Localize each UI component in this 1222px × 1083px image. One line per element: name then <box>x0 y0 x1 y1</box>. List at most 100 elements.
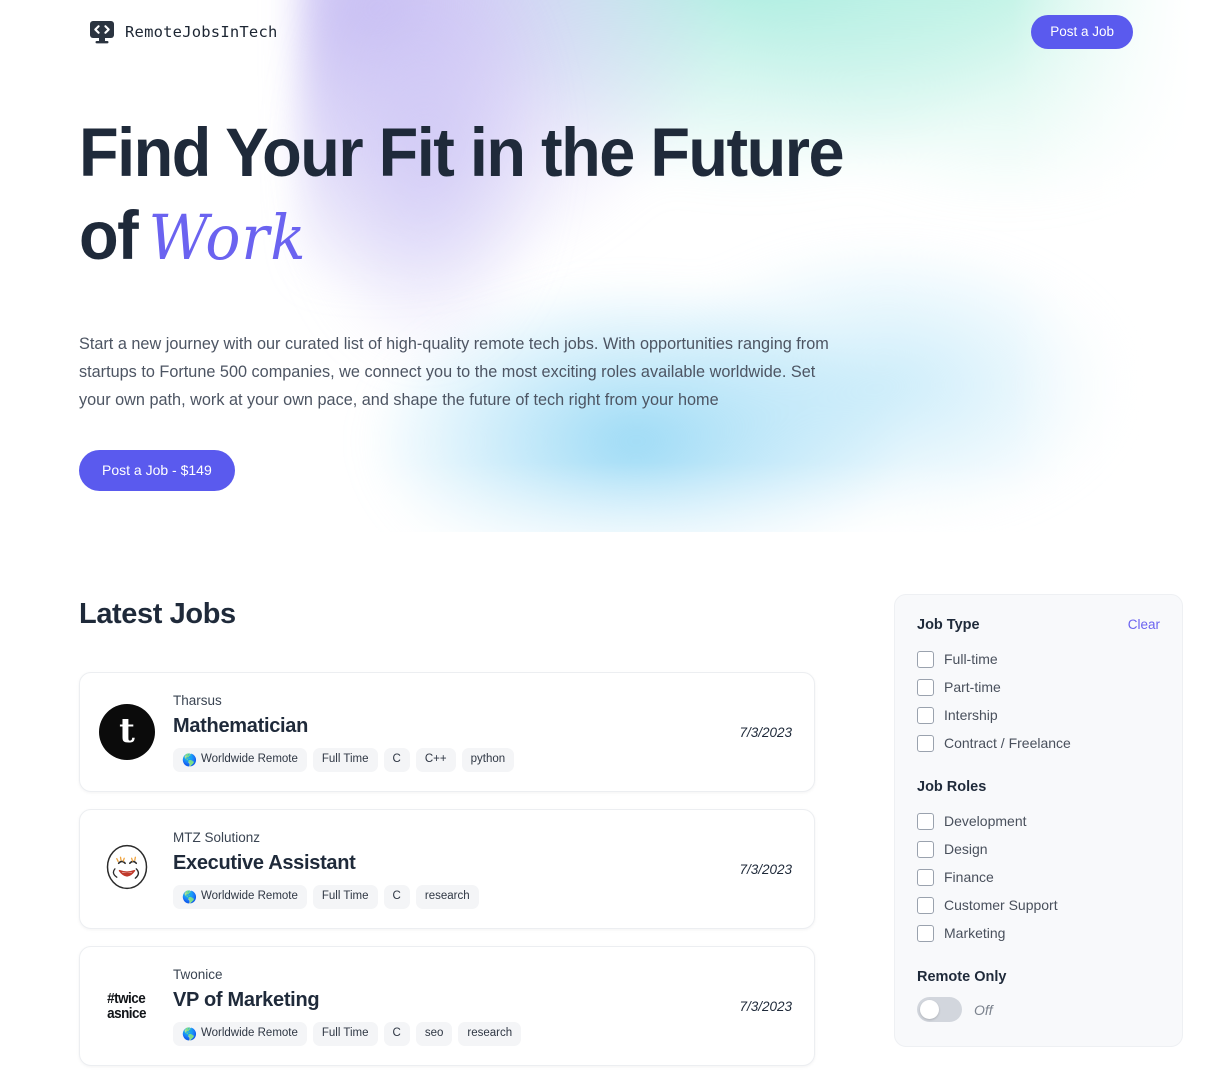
filter-job-type-header: Job Type Clear <box>917 617 1160 633</box>
globe-icon: 🌎 <box>182 1027 197 1042</box>
hero-description: Start a new journey with our curated lis… <box>79 335 829 409</box>
job-tag[interactable]: C <box>383 748 410 773</box>
job-tag[interactable]: research <box>415 885 479 910</box>
checkbox-icon[interactable] <box>917 868 934 886</box>
remote-only-toggle[interactable] <box>917 997 962 1022</box>
job-posted-date: 7/3/2023 <box>739 998 792 1014</box>
filter-option-label: Design <box>944 840 988 857</box>
filters-panel: Job Type Clear Full-time Part-time Inter… <box>894 594 1183 1047</box>
job-company-name: MTZ Solutionz <box>173 829 261 845</box>
job-tag-label: Worldwide Remote <box>200 753 298 766</box>
job-card-main: Twonice VP of Marketing 🌎 Worldwide Remot… <box>173 966 723 1047</box>
twice-as-nice-logo-icon: #twice asnice <box>108 991 147 1021</box>
twice-logo-line-2: asnice <box>107 1005 147 1022</box>
filter-option-finance[interactable]: Finance <box>917 863 1160 891</box>
filter-option-customer-support[interactable]: Customer Support <box>917 891 1160 919</box>
filter-option-label: Marketing <box>944 924 1006 941</box>
job-tag[interactable]: research <box>458 1022 522 1047</box>
job-tag[interactable]: C <box>383 885 410 910</box>
tharsus-logo-icon: t <box>99 704 155 760</box>
job-tag[interactable]: python <box>461 748 515 773</box>
filter-option-label: Intership <box>944 706 998 723</box>
filter-group-remote-only: Remote Only Off <box>917 969 1160 1022</box>
job-tag[interactable]: Full Time <box>312 885 378 910</box>
filter-option-label: Customer Support <box>944 896 1058 913</box>
filter-option-full-time[interactable]: Full-time <box>917 645 1160 673</box>
filter-option-label: Finance <box>944 868 994 885</box>
filter-option-design[interactable]: Design <box>917 835 1160 863</box>
job-posted-date: 7/3/2023 <box>739 724 792 740</box>
filter-group-job-type: Job Type Clear Full-time Part-time Inter… <box>917 617 1160 757</box>
job-tag[interactable]: Full Time <box>312 1022 378 1047</box>
checkbox-icon[interactable] <box>917 812 934 830</box>
job-card[interactable]: t Tharsus Mathematician 🌎 Worldwide Remot… <box>79 672 815 792</box>
checkbox-icon[interactable] <box>917 840 934 858</box>
job-title: VP of Marketing <box>173 989 320 1012</box>
site-header: RemoteJobsInTech Post a Job <box>0 0 1222 64</box>
filter-option-marketing[interactable]: Marketing <box>917 919 1160 947</box>
checkbox-icon[interactable] <box>917 734 934 752</box>
filter-option-part-time[interactable]: Part-time <box>917 673 1160 701</box>
job-tag-location[interactable]: 🌎 Worldwide Remote <box>173 748 307 773</box>
filter-option-label: Full-time <box>944 650 998 667</box>
filter-option-contract-freelance[interactable]: Contract / Freelance <box>917 729 1160 757</box>
brand-name: RemoteJobsInTech <box>125 23 278 41</box>
page-root: RemoteJobsInTech Post a Job Find Your Fi… <box>0 0 1222 1083</box>
hero-title-line-2: of Work <box>79 201 831 270</box>
hero-title-line-2-prefix: of <box>79 197 139 274</box>
company-logo <box>98 840 156 898</box>
job-tag[interactable]: C <box>383 1022 410 1047</box>
job-tag-location[interactable]: 🌎 Worldwide Remote <box>173 1022 307 1047</box>
latest-jobs-heading: Latest Jobs <box>79 598 236 630</box>
hero-title-script-word: Work <box>148 201 307 274</box>
filter-option-development[interactable]: Development <box>917 807 1160 835</box>
globe-icon: 🌎 <box>182 753 197 768</box>
company-logo: t <box>98 703 156 761</box>
filter-remote-only-title: Remote Only <box>917 969 1007 985</box>
job-card-main: MTZ Solutionz Executive Assistant 🌎 World… <box>173 829 723 910</box>
filter-option-internship[interactable]: Intership <box>917 701 1160 729</box>
checkbox-icon[interactable] <box>917 678 934 696</box>
job-tag-list: 🌎 Worldwide Remote Full Time C research <box>173 885 723 910</box>
job-tag[interactable]: seo <box>415 1022 453 1047</box>
checkbox-icon[interactable] <box>917 924 934 942</box>
job-tag-list: 🌎 Worldwide Remote Full Time C C++ python <box>173 748 723 773</box>
code-monitor-icon <box>89 19 115 45</box>
hero-section: Find Your Fit in the Future of Work Start… <box>79 118 879 491</box>
globe-icon: 🌎 <box>182 890 197 905</box>
twice-logo-line-1: #twice <box>107 990 147 1007</box>
checkbox-icon[interactable] <box>917 650 934 668</box>
post-a-job-button[interactable]: Post a Job <box>1031 14 1133 50</box>
remote-only-toggle-row: Off <box>917 997 1160 1022</box>
company-logo: #twice asnice <box>98 977 156 1035</box>
clear-filters-link[interactable]: Clear <box>1128 617 1160 632</box>
toggle-knob-icon <box>920 1000 939 1019</box>
job-company-name: Tharsus <box>173 692 222 708</box>
gradient-fade-right <box>1012 0 1222 532</box>
checkbox-icon[interactable] <box>917 706 934 724</box>
job-card-main: Tharsus Mathematician 🌎 Worldwide Remote … <box>173 692 723 773</box>
post-a-job-price-button[interactable]: Post a Job - $149 <box>79 450 235 491</box>
filter-job-type-title: Job Type <box>917 617 980 633</box>
job-tag-location[interactable]: 🌎 Worldwide Remote <box>173 885 307 910</box>
filter-option-label: Contract / Freelance <box>944 734 1071 751</box>
job-posted-date: 7/3/2023 <box>739 861 792 877</box>
checkbox-icon[interactable] <box>917 896 934 914</box>
brand-logo-link[interactable]: RemoteJobsInTech <box>89 19 278 45</box>
filter-option-label: Part-time <box>944 678 1001 695</box>
filter-option-label: Development <box>944 812 1027 829</box>
job-card[interactable]: #twice asnice Twonice VP of Marketing 🌎 W… <box>79 946 815 1066</box>
job-company-name: Twonice <box>173 966 223 982</box>
job-tag-list: 🌎 Worldwide Remote Full Time C seo resear… <box>173 1022 723 1047</box>
filter-job-roles-title: Job Roles <box>917 779 987 795</box>
job-tag[interactable]: C++ <box>415 748 456 773</box>
hero-title-line-1: Find Your Fit in the Future <box>79 114 845 191</box>
job-title: Executive Assistant <box>173 852 356 875</box>
job-tag-label: Worldwide Remote <box>200 890 298 903</box>
job-tag[interactable]: Full Time <box>312 748 378 773</box>
job-title: Mathematician <box>173 715 309 738</box>
job-list: t Tharsus Mathematician 🌎 Worldwide Remot… <box>79 672 815 1083</box>
job-card[interactable]: MTZ Solutionz Executive Assistant 🌎 World… <box>79 809 815 929</box>
hero-title: Find Your Fit in the Future of Work <box>79 118 845 270</box>
filter-group-job-roles: Job Roles Development Design Finance Cus… <box>917 779 1160 947</box>
